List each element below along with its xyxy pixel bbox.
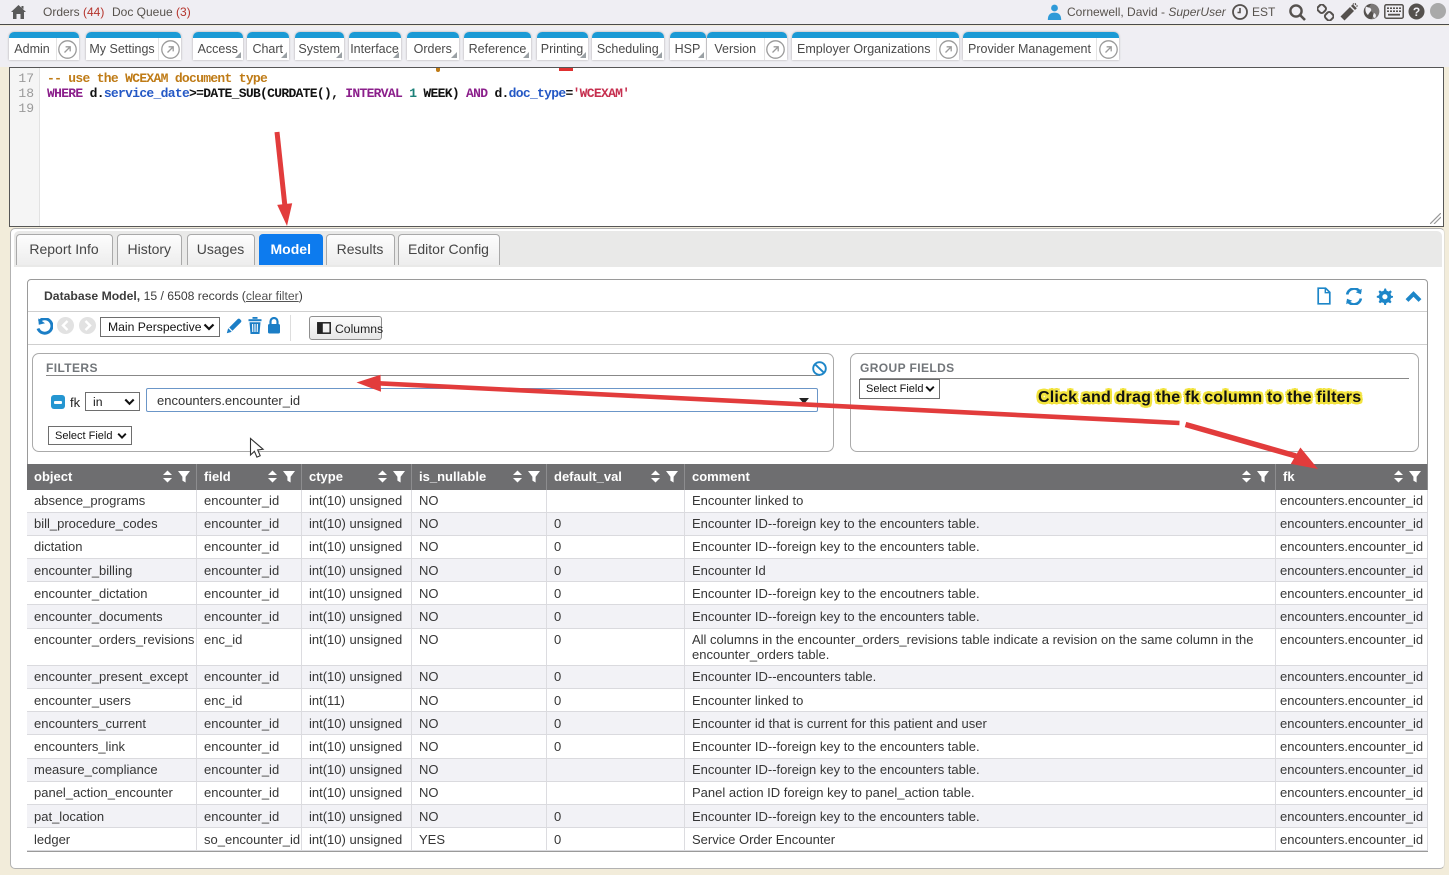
svg-text:?: ? [1413,5,1420,19]
